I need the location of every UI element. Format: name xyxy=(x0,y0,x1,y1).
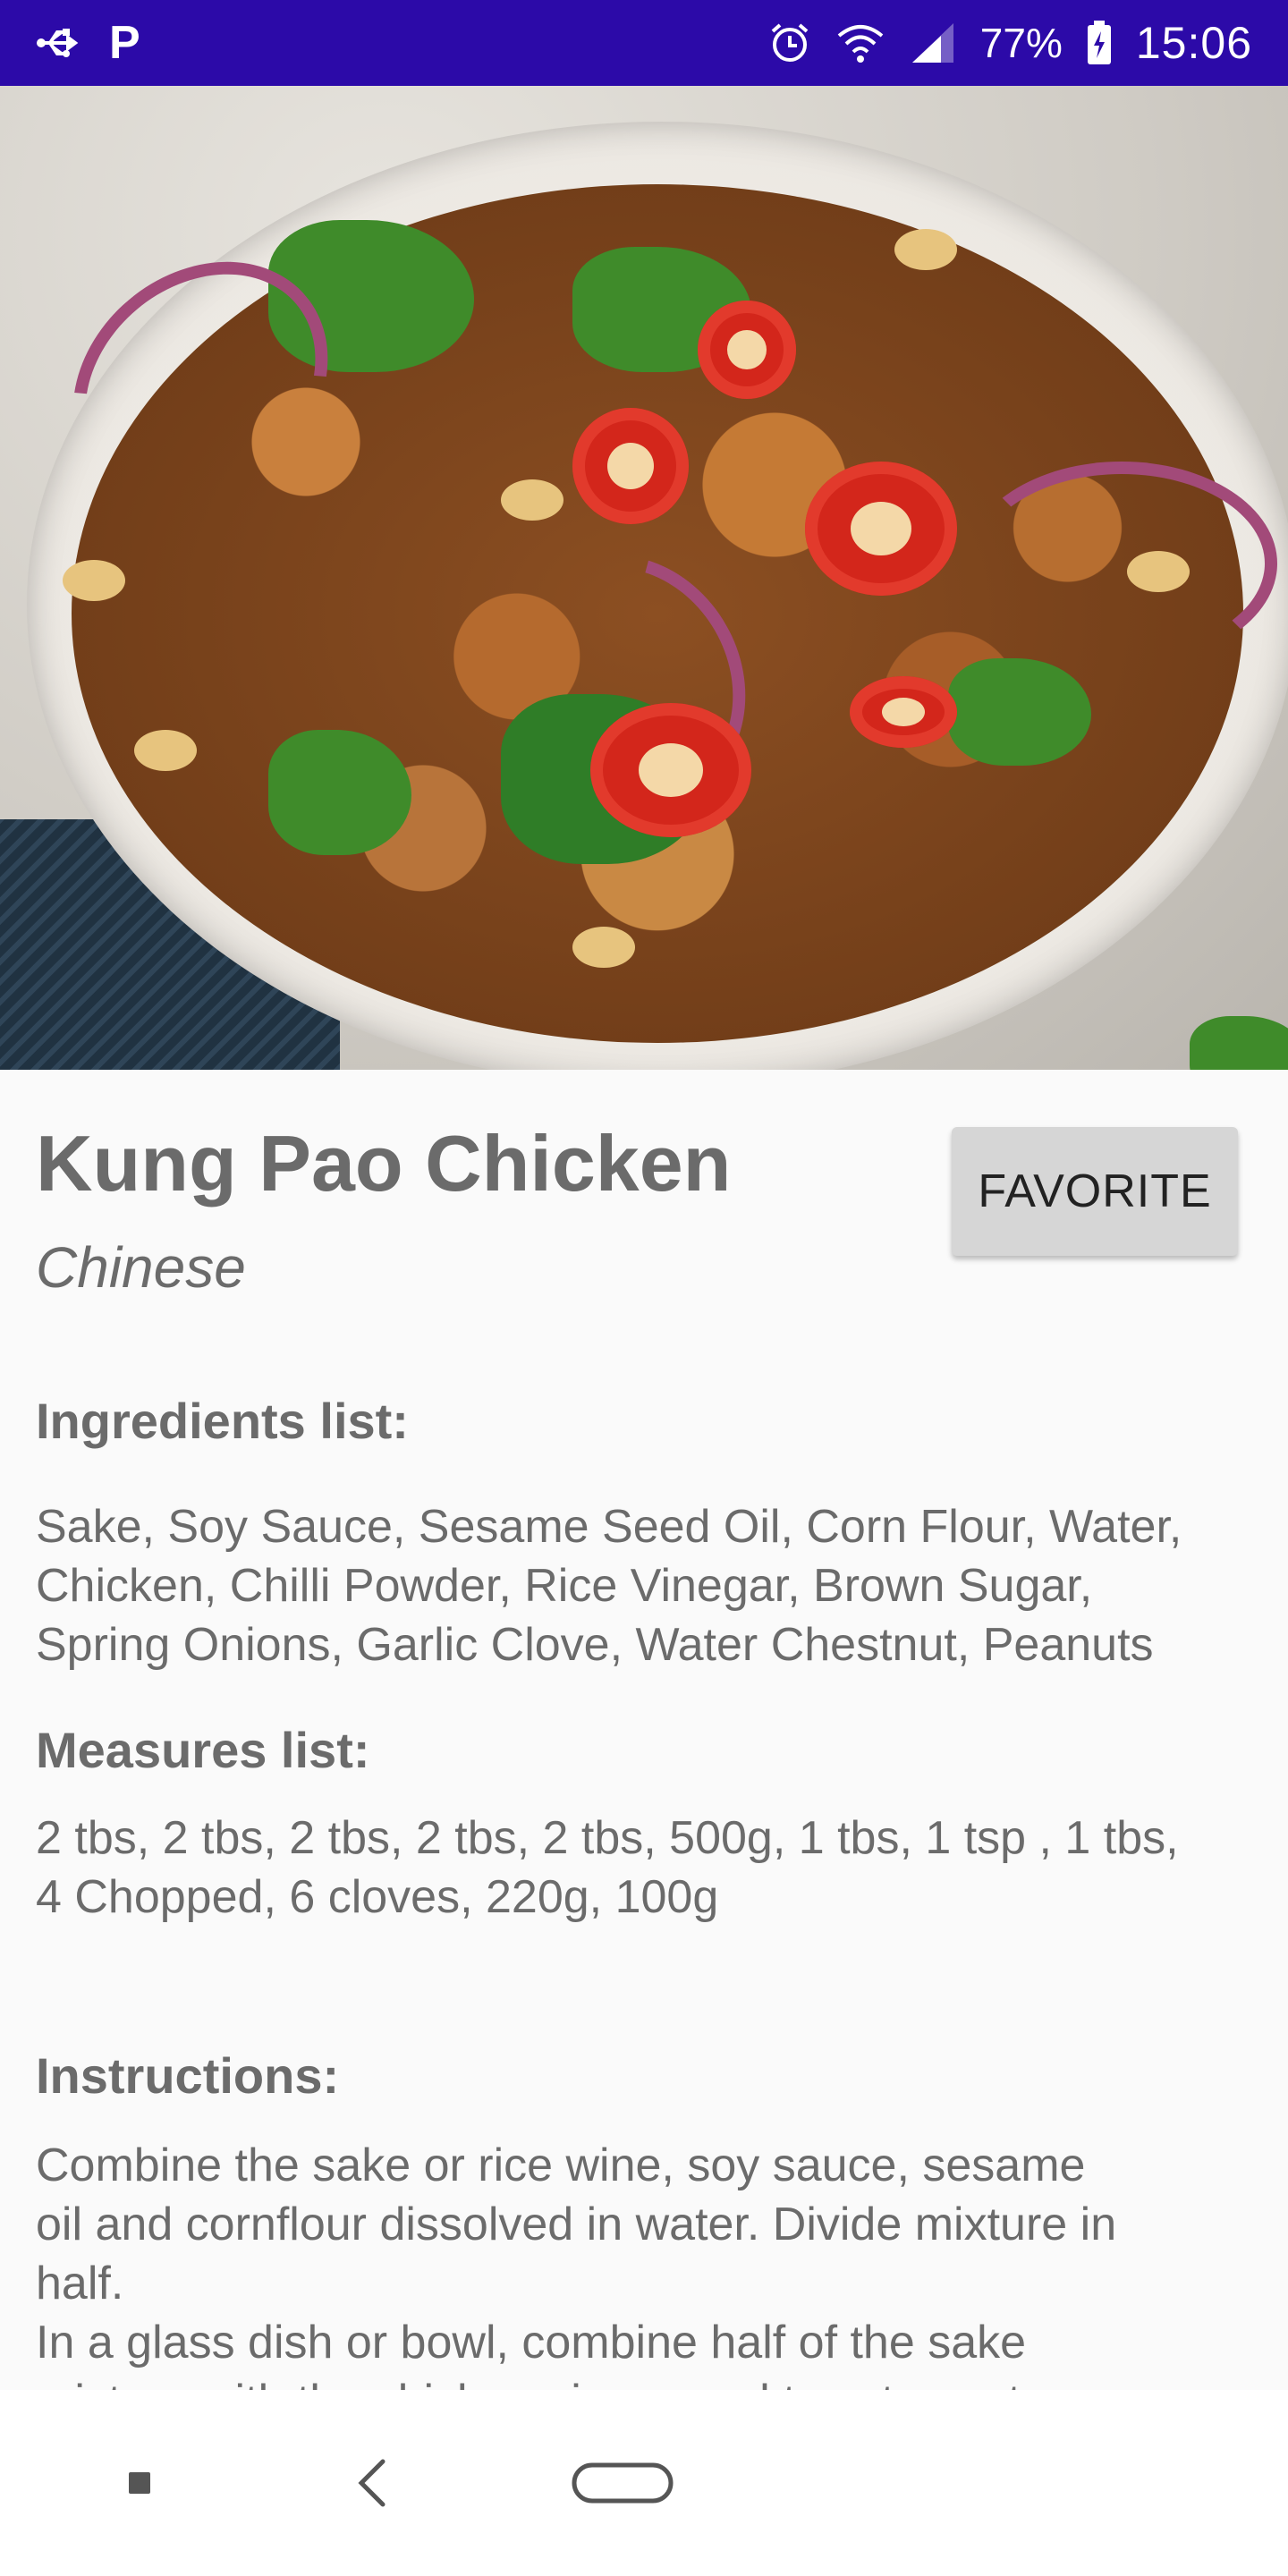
instructions-heading: Instructions: xyxy=(36,2047,340,2104)
usb-icon xyxy=(36,25,86,61)
battery-percent: 77% xyxy=(979,20,1063,66)
recipe-image xyxy=(0,86,1288,1070)
chili-shape xyxy=(850,676,957,748)
wifi-icon xyxy=(835,21,886,64)
favorite-button[interactable]: FAVORITE xyxy=(952,1127,1238,1256)
herb-shape xyxy=(1190,1016,1288,1070)
measures-text: 2 tbs, 2 tbs, 2 tbs, 2 tbs, 2 tbs, 500g,… xyxy=(36,1812,1179,1923)
peanut-shape xyxy=(63,560,125,601)
measures-heading: Measures list: xyxy=(36,1722,370,1778)
ingredients-heading: Ingredients list: xyxy=(36,1393,409,1449)
peanut-shape xyxy=(134,730,197,771)
battery-icon xyxy=(1086,21,1113,65)
peanut-shape xyxy=(1127,551,1190,592)
back-icon[interactable] xyxy=(309,2420,435,2546)
chili-shape xyxy=(805,462,957,596)
peanut-shape xyxy=(572,927,635,968)
alarm-icon xyxy=(767,21,812,65)
recipe-cuisine: Chinese xyxy=(36,1235,246,1300)
navigation-bar xyxy=(0,2390,1288,2576)
chili-shape xyxy=(590,703,751,837)
recipe-title: Kung Pao Chicken xyxy=(36,1119,732,1208)
herb-shape xyxy=(948,658,1091,766)
home-icon[interactable] xyxy=(560,2420,685,2546)
chili-shape xyxy=(698,301,796,399)
peanut-shape xyxy=(501,479,564,521)
parking-icon: P xyxy=(109,17,140,69)
onion-shape xyxy=(966,462,1277,665)
instructions-text: Combine the sake or rice wine, soy sauce… xyxy=(36,2140,1117,2390)
chili-shape xyxy=(572,408,689,524)
herb-shape xyxy=(268,730,411,855)
status-bar: P 77% 15:06 xyxy=(0,0,1288,86)
ingredients-text: Sake, Soy Sauce, Sesame Seed Oil, Corn F… xyxy=(36,1501,1182,1671)
signal-icon xyxy=(909,21,957,64)
recents-icon[interactable] xyxy=(77,2420,202,2546)
clock: 15:06 xyxy=(1135,18,1252,68)
peanut-shape xyxy=(894,229,957,270)
